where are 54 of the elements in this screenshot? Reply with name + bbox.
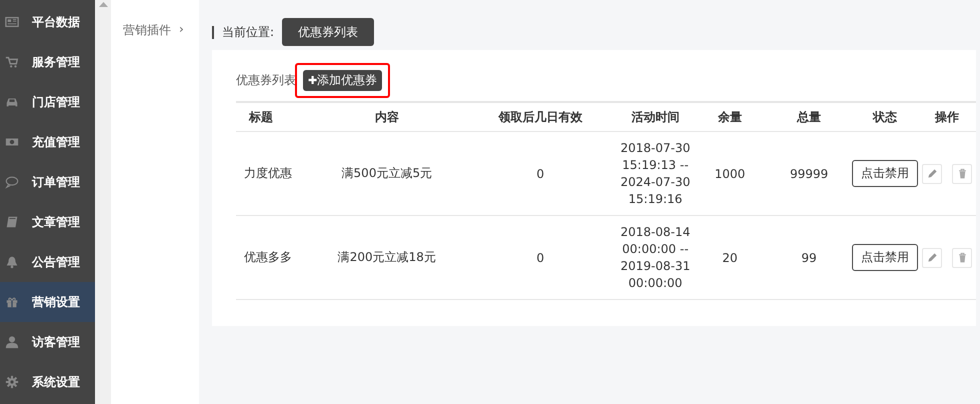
column-header: 总量 [766,102,852,132]
table-cell: 1000 [714,166,746,180]
column-header: 内容 [310,102,464,132]
table-cell: 99999 [790,166,828,180]
breadcrumb-button[interactable]: 优惠券列表 [282,18,374,46]
column-header: 活动时间 [616,102,694,132]
column-header: 操作 [918,102,976,132]
user-icon [5,335,19,349]
nav-item[interactable]: 系统设置 [0,362,95,402]
pencil-icon [926,168,938,179]
nav-item[interactable]: 文章管理 [0,202,95,242]
delete-button[interactable] [952,164,972,184]
table-cell: 优惠多多 [244,250,292,264]
nav-item[interactable]: 平台数据 [0,2,95,42]
pencil-icon [926,252,938,263]
table-cell: 满200元立减18元 [338,250,436,264]
nav-item[interactable]: 服务管理 [0,42,95,82]
column-header: 领取后几日有效 [464,102,617,132]
table-cell: 满500元立减5元 [342,166,432,180]
column-header: 状态 [852,102,918,132]
table-cell: 2018-07-30 15:19:13 -- 2024-07-30 15:19:16 [620,140,690,208]
newspaper-icon [5,15,19,29]
table-cell: 0 [536,166,544,180]
gear-icon [5,375,19,389]
cart-icon [5,55,19,69]
edit-button[interactable] [922,164,942,184]
nav-item[interactable]: 订单管理 [0,162,95,202]
bell-icon [5,255,19,269]
table-cell: 力度优惠 [244,166,292,180]
disable-button[interactable]: 点击禁用 [852,244,918,271]
nav-item[interactable]: 充值管理 [0,122,95,162]
nav-item[interactable]: 公告管理 [0,242,95,282]
delete-button[interactable] [952,248,972,268]
table-cell: 0 [536,250,544,264]
disable-button[interactable]: 点击禁用 [852,160,918,187]
panel-title: 优惠券列表 [236,72,296,88]
edit-button[interactable] [922,248,942,268]
comment-icon [5,175,19,189]
submenu-item[interactable]: 营销插件 › [111,22,184,39]
trash-icon [956,168,968,179]
table-cell: 99 [801,250,817,264]
nav-item[interactable]: 营销设置 [0,282,95,322]
table-cell: 20 [722,250,738,264]
trash-icon [956,252,968,263]
nav-item[interactable]: 访客管理 [0,322,95,362]
add-coupon-button[interactable]: ✚添加优惠券 [303,70,382,90]
table-cell: 2018-08-14 00:00:00 -- 2019-08-31 00:00:00 [620,224,690,292]
scroll-up-icon[interactable] [98,2,108,7]
column-header: 标题 [236,102,310,132]
nav-item[interactable]: 门店管理 [0,82,95,122]
gift-icon [5,295,19,309]
column-header: 余量 [694,102,766,132]
book-icon [5,215,19,229]
breadcrumb-label: 当前位置: [222,24,274,40]
